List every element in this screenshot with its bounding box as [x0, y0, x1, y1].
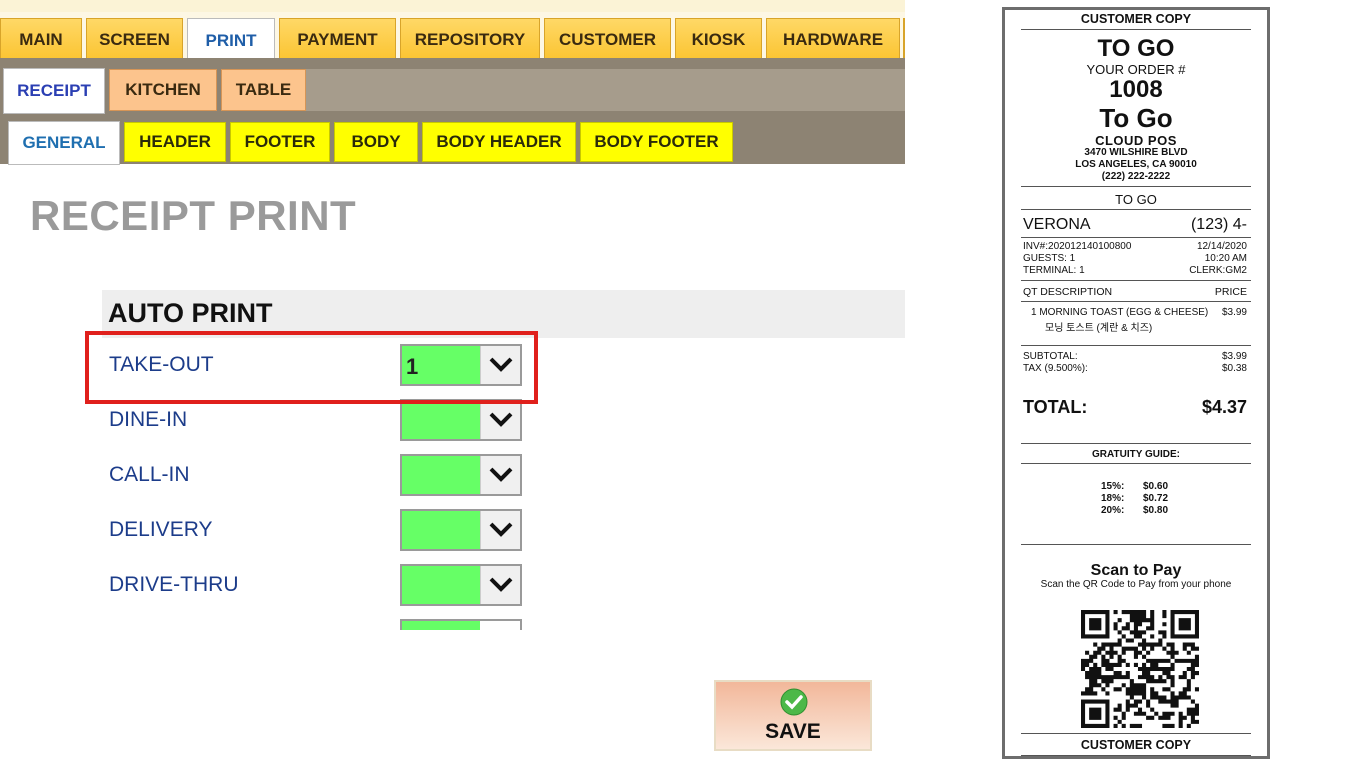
tab-body-header[interactable]: BODY HEADER: [422, 122, 576, 162]
tab-main[interactable]: MAIN: [0, 18, 82, 60]
subtotal-value: $3.99: [1221, 351, 1247, 362]
tab-receipt[interactable]: RECEIPT: [3, 68, 105, 114]
main-tab-bar: MAIN SCREEN PRINT PAYMENT REPOSITORY CUS…: [0, 0, 905, 66]
col-qt-description: QT DESCRIPTION: [1023, 286, 1113, 298]
tab-body-footer[interactable]: BODY FOOTER: [580, 122, 733, 162]
tab-header[interactable]: HEADER: [124, 122, 226, 162]
address-line-2: LOS ANGELES, CA 90010: [1075, 159, 1197, 170]
scan-title: Scan to Pay: [1090, 562, 1182, 579]
checkmark-icon: [780, 688, 808, 716]
dine-in-dropdown[interactable]: [400, 399, 522, 441]
delivery-value: [402, 511, 480, 549]
qr-code-icon: [1081, 610, 1199, 728]
order-number: 1008: [1109, 76, 1163, 103]
copy-label-bottom: CUSTOMER COPY: [1080, 738, 1192, 752]
dine-in-value: [402, 401, 480, 439]
customer-name: VERONA: [1023, 216, 1091, 233]
to-go-line: TO GO: [1115, 192, 1157, 207]
tab-screen[interactable]: SCREEN: [86, 18, 183, 60]
gratuity-amt-15: $0.60: [1143, 481, 1169, 492]
chevron-down-icon[interactable]: [480, 511, 520, 549]
col-price: PRICE: [1214, 286, 1247, 298]
print-tab-bar: RECEIPT KITCHEN TABLE: [0, 64, 905, 114]
address-line-1: 3470 WILSHIRE BLVD: [1084, 147, 1188, 158]
receipt-preview: CUSTOMER COPY TO GO YOUR ORDER # 1008 To…: [1002, 7, 1270, 759]
gratuity-amt-18: $0.72: [1143, 493, 1169, 504]
store-name: CLOUD POS: [1095, 133, 1177, 148]
settings-panel: MAIN SCREEN PRINT PAYMENT REPOSITORY CUS…: [0, 0, 905, 768]
chevron-down-icon[interactable]: [480, 401, 520, 439]
gratuity-pct-15: 15%:: [1101, 481, 1125, 492]
guests: GUESTS: 1: [1023, 253, 1076, 264]
call-in-label: CALL-IN: [109, 463, 190, 486]
order-type: TO GO: [1097, 35, 1175, 62]
total-value: $4.37: [1201, 397, 1247, 417]
subtotal-label: SUBTOTAL:: [1023, 351, 1078, 362]
clerk: CLERK:GM2: [1189, 265, 1247, 276]
section-title: AUTO PRINT: [108, 298, 273, 328]
delivery-label: DELIVERY: [109, 518, 213, 541]
call-in-dropdown[interactable]: [400, 454, 522, 496]
gratuity-pct-20: 20%:: [1101, 505, 1125, 516]
receipt-tab-bar: GENERAL HEADER FOOTER BODY BODY HEADER B…: [0, 114, 905, 165]
total-label: TOTAL:: [1023, 397, 1088, 417]
tab-hardware[interactable]: HARDWARE: [766, 18, 900, 60]
tab-payment[interactable]: PAYMENT: [279, 18, 396, 60]
tax-label: TAX (9.500%):: [1023, 363, 1088, 374]
tab-kiosk[interactable]: KIOSK: [675, 18, 762, 60]
item-price: $3.99: [1221, 307, 1247, 318]
copy-label-top: CUSTOMER COPY: [1080, 12, 1192, 26]
drive-thru-value: [402, 566, 480, 604]
item-line-2: 모닝 토스트 (계란 & 치즈): [1045, 323, 1153, 334]
page-title: RECEIPT PRINT: [30, 192, 357, 239]
tab-repository[interactable]: REPOSITORY: [400, 18, 540, 60]
highlight-box: [85, 331, 538, 404]
tab-print[interactable]: PRINT: [187, 18, 275, 62]
tab-customer[interactable]: CUSTOMER: [544, 18, 671, 60]
invoice-time: 10:20 AM: [1204, 253, 1247, 264]
your-order-label: YOUR ORDER #: [1086, 62, 1186, 77]
item-line-1: 1 MORNING TOAST (EGG & CHEESE): [1031, 307, 1209, 318]
save-button[interactable]: SAVE: [714, 680, 872, 751]
drive-thru-label: DRIVE-THRU: [109, 573, 239, 596]
tab-footer[interactable]: FOOTER: [230, 122, 330, 162]
save-label: SAVE: [765, 720, 821, 743]
tab-kitchen[interactable]: KITCHEN: [109, 69, 217, 111]
invoice-date: 12/14/2020: [1196, 241, 1247, 252]
call-in-value: [402, 456, 480, 494]
gratuity-title: GRATUITY GUIDE:: [1092, 449, 1180, 460]
tab-body[interactable]: BODY: [334, 122, 418, 162]
tab-general[interactable]: GENERAL: [8, 121, 120, 165]
invoice-number: INV#:202012140100800: [1023, 241, 1132, 252]
tax-value: $0.38: [1221, 363, 1247, 374]
chevron-down-icon[interactable]: [480, 566, 520, 604]
order-type-big: To Go: [1099, 103, 1173, 133]
chevron-down-icon[interactable]: [480, 456, 520, 494]
customer-phone: (123) 4-: [1190, 216, 1247, 233]
next-dropdown-partial[interactable]: [400, 619, 522, 630]
app-window: MAIN SCREEN PRINT PAYMENT REPOSITORY CUS…: [0, 0, 1366, 768]
dine-in-label: DINE-IN: [109, 408, 188, 431]
tab-table[interactable]: TABLE: [221, 69, 306, 111]
drive-thru-dropdown[interactable]: [400, 564, 522, 606]
terminal: TERMINAL: 1: [1023, 265, 1085, 276]
gratuity-amt-20: $0.80: [1143, 505, 1169, 516]
delivery-dropdown[interactable]: [400, 509, 522, 551]
scan-subtitle: Scan the QR Code to Pay from your phone: [1040, 579, 1232, 590]
store-phone: (222) 222-2222: [1101, 171, 1171, 182]
gratuity-pct-18: 18%:: [1101, 493, 1125, 504]
